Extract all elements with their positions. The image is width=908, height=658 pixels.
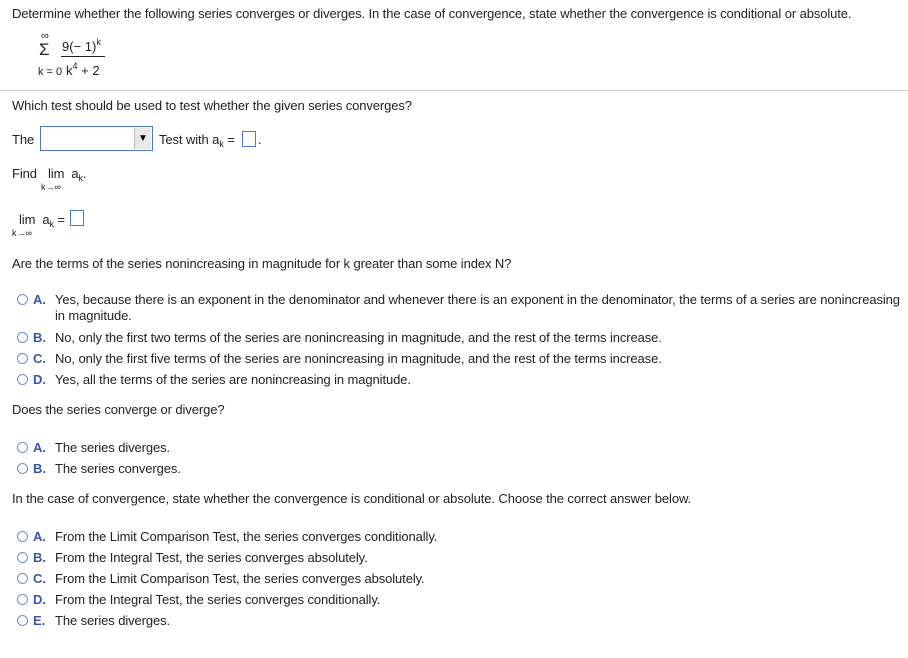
test-with-label: Test with ak = (159, 132, 235, 149)
option-letter: B. (33, 461, 46, 476)
limit-under-text: k→∞ (12, 228, 32, 238)
option-letter: A. (33, 292, 46, 307)
option-letter: B. (33, 330, 46, 345)
equals-sign: = (53, 212, 65, 227)
radio-button[interactable] (17, 353, 28, 364)
equals-sign: = (223, 132, 235, 147)
test-with-text: Test with a (159, 132, 220, 147)
find-label: Find (12, 166, 37, 181)
dropdown-arrow-icon[interactable]: ▼ (134, 128, 151, 149)
ak-answer-input[interactable] (242, 131, 256, 147)
option-letter: A. (33, 529, 46, 544)
radio-button[interactable] (17, 531, 28, 542)
option-text: The series diverges. (55, 440, 171, 455)
option-text: Yes, all the terms of the series are non… (55, 372, 411, 387)
radio-button[interactable] (17, 332, 28, 343)
the-label: The (12, 132, 35, 147)
lim-text: lim (48, 166, 65, 181)
option-letter: E. (33, 613, 46, 628)
radio-button[interactable] (17, 374, 28, 385)
period: . (82, 166, 87, 181)
find-limit-expression: lim ak. (48, 166, 86, 183)
option-letter: C. (33, 351, 46, 366)
option-letter: A. (33, 440, 46, 455)
option-letter: D. (33, 372, 46, 387)
radio-button[interactable] (17, 442, 28, 453)
converge-question-prompt: Does the series converge or diverge? (12, 402, 225, 417)
radio-button[interactable] (17, 294, 28, 305)
denominator-rest: + 2 (77, 63, 100, 78)
option-letter: C. (33, 571, 46, 586)
limit-answer-expression: lim ak = (19, 212, 65, 229)
radio-button[interactable] (17, 552, 28, 563)
option-text: From the Integral Test, the series conve… (55, 592, 381, 607)
fraction-bar (61, 56, 105, 57)
sum-lower-limit: k = 0 (38, 66, 63, 78)
section-divider (0, 90, 908, 91)
radio-button[interactable] (17, 573, 28, 584)
question-intro: Determine whether the following series c… (12, 6, 852, 21)
limit-answer-input[interactable] (70, 210, 84, 226)
series-numerator: 9(− 1)k (62, 37, 101, 54)
radio-button[interactable] (17, 615, 28, 626)
option-letter: B. (33, 550, 46, 565)
option-text: Yes, because there is an exponent in the… (55, 292, 900, 307)
option-letter: D. (33, 592, 46, 607)
option-text: From the Limit Comparison Test, the seri… (55, 529, 438, 544)
period: . (258, 132, 262, 147)
sigma-symbol: Σ (39, 40, 50, 59)
convergence-type-prompt: In the case of convergence, state whethe… (12, 491, 692, 506)
lim-text: lim (19, 212, 36, 227)
limit-under-text: k→∞ (41, 182, 61, 192)
option-text: No, only the first five terms of the ser… (55, 351, 662, 366)
option-text: No, only the first two terms of the seri… (55, 330, 662, 345)
option-text: From the Limit Comparison Test, the seri… (55, 571, 425, 586)
series-denominator: k4 + 2 (66, 61, 100, 78)
series-expression: ∞ Σ k = 0 9(− 1)k k4 + 2 (38, 30, 138, 86)
test-select[interactable]: ▼ (40, 126, 153, 151)
numerator-base: 9(− 1) (62, 39, 97, 54)
radio-button[interactable] (17, 594, 28, 605)
option-text: From the Integral Test, the series conve… (55, 550, 368, 565)
numerator-exponent: k (96, 37, 101, 47)
test-question-prompt: Which test should be used to test whethe… (12, 98, 412, 113)
option-text: The series diverges. (55, 613, 171, 628)
option-text-continued: in magnitude. (55, 308, 132, 323)
radio-button[interactable] (17, 463, 28, 474)
option-text: The series converges. (55, 461, 181, 476)
nonincreasing-question-prompt: Are the terms of the series nonincreasin… (12, 256, 512, 271)
